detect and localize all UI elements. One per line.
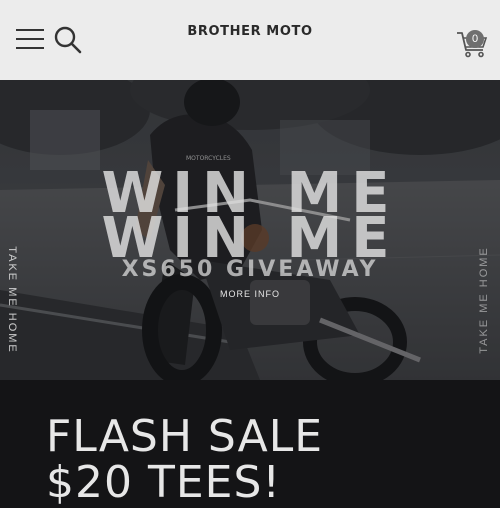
hero-subheadline: XS650 GIVEAWAY bbox=[121, 257, 379, 282]
site-header: BROTHER MOTO 0 bbox=[0, 0, 500, 80]
more-info-link-wrap: MORE INFO bbox=[0, 289, 500, 299]
flash-sale-line-1: FLASH SALE bbox=[46, 411, 324, 462]
flash-sale-heading: FLASH SALE $20 TEES! bbox=[46, 414, 323, 506]
flash-sale-line-2: $20 TEES! bbox=[46, 457, 282, 508]
brand-logo[interactable]: BROTHER MOTO bbox=[0, 24, 500, 39]
cart-count-badge[interactable]: 0 bbox=[466, 30, 484, 48]
more-info-link[interactable]: MORE INFO bbox=[220, 289, 280, 299]
